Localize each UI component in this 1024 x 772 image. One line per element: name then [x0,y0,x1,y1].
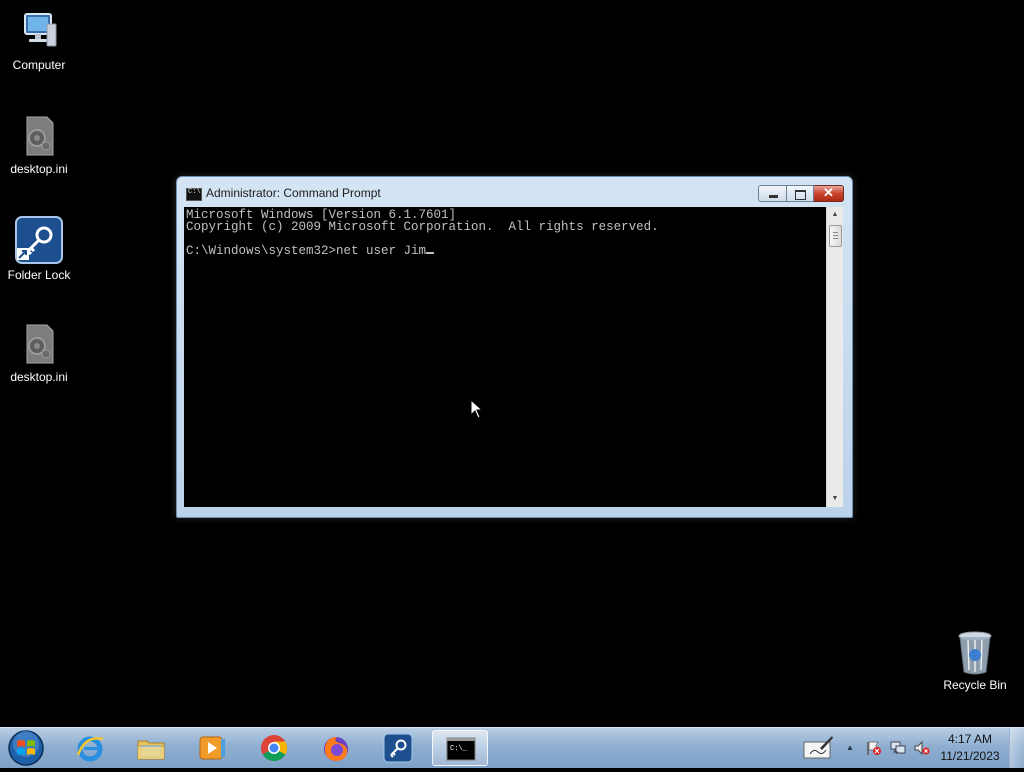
console-line: Copyright (c) 2009 Microsoft Corporation… [186,220,659,234]
taskbar-internet-explorer[interactable] [62,730,118,766]
scroll-thumb[interactable] [829,225,842,247]
clock-time: 4:17 AM [947,732,993,746]
computer-icon [17,10,61,54]
command-prompt-icon: C:\_ [446,737,476,761]
settings-file-icon [17,114,61,158]
settings-file-icon [17,322,61,366]
desktop-icon-label: Computer [12,58,66,72]
text-cursor [426,252,435,254]
window-title: Administrator: Command Prompt [206,186,381,200]
internet-explorer-icon [76,736,104,762]
firefox-icon [324,737,348,761]
taskbar-windows-explorer[interactable] [123,730,179,766]
vertical-scrollbar[interactable]: ▲ ▼ [826,207,843,507]
desktop-icon-folder-lock[interactable]: Folder Lock [0,216,78,282]
desktop-icon-label: desktop.ini [10,370,68,384]
taskbar-folder-lock[interactable] [370,730,426,766]
notepad-pen-icon[interactable] [802,734,834,762]
command-prompt-window[interactable]: Administrator: Command Prompt ✕ Microsof… [176,176,853,518]
desktop-icon-label: Folder Lock [7,268,71,282]
windows-explorer-icon [137,740,165,760]
taskbar: C:\_ ▲ 4:17 AM 11/21/2023 [0,727,1024,768]
show-desktop-button[interactable] [1009,728,1024,768]
window-controls: ✕ [758,185,844,203]
desktop-icon-desktop-ini-1[interactable]: desktop.ini [0,114,78,176]
folder-lock-icon [15,216,63,264]
minimize-icon [769,195,778,198]
taskbar-firefox[interactable] [308,730,364,766]
action-center-flag-icon[interactable] [866,740,882,756]
desktop-icon-label: Recycle Bin [943,678,1007,692]
taskbar-clock[interactable]: 4:17 AM 11/21/2023 [936,731,1004,765]
recycle-bin-icon [953,630,997,675]
start-orb-icon [8,730,44,766]
desktop-icon-computer[interactable]: Computer [0,10,78,72]
desktop-icon-desktop-ini-2[interactable]: desktop.ini [0,322,78,384]
mouse-pointer-icon [470,399,484,419]
scroll-down-arrow-icon[interactable]: ▼ [827,491,843,507]
show-hidden-icons-arrow[interactable]: ▲ [846,743,854,752]
network-icon[interactable] [890,740,906,756]
minimize-button[interactable] [758,185,787,202]
taskbar-command-prompt[interactable]: C:\_ [432,730,488,766]
close-button[interactable]: ✕ [814,185,844,202]
media-player-icon [199,736,225,760]
desktop-icon-label: desktop.ini [10,162,68,176]
console-output[interactable]: Microsoft Windows [Version 6.1.7601] Cop… [184,207,826,507]
title-bar[interactable]: Administrator: Command Prompt ✕ [177,177,852,205]
chrome-icon [261,735,288,762]
maximize-icon [795,190,806,200]
console-input-line[interactable]: C:\Windows\system32>net user Jim [186,244,426,258]
maximize-button[interactable] [787,185,814,202]
desktop-icon-recycle-bin[interactable]: Recycle Bin [936,630,1014,692]
close-icon: ✕ [823,185,834,200]
scroll-up-arrow-icon[interactable]: ▲ [827,207,843,223]
svg-text:C:\_: C:\_ [450,745,468,753]
command-prompt-icon [186,188,202,201]
taskbar-media-player[interactable] [184,730,240,766]
start-button[interactable] [6,729,46,767]
folder-lock-icon [383,733,413,763]
volume-muted-icon[interactable] [914,740,930,756]
taskbar-chrome[interactable] [246,730,302,766]
clock-date: 11/21/2023 [940,749,1000,763]
